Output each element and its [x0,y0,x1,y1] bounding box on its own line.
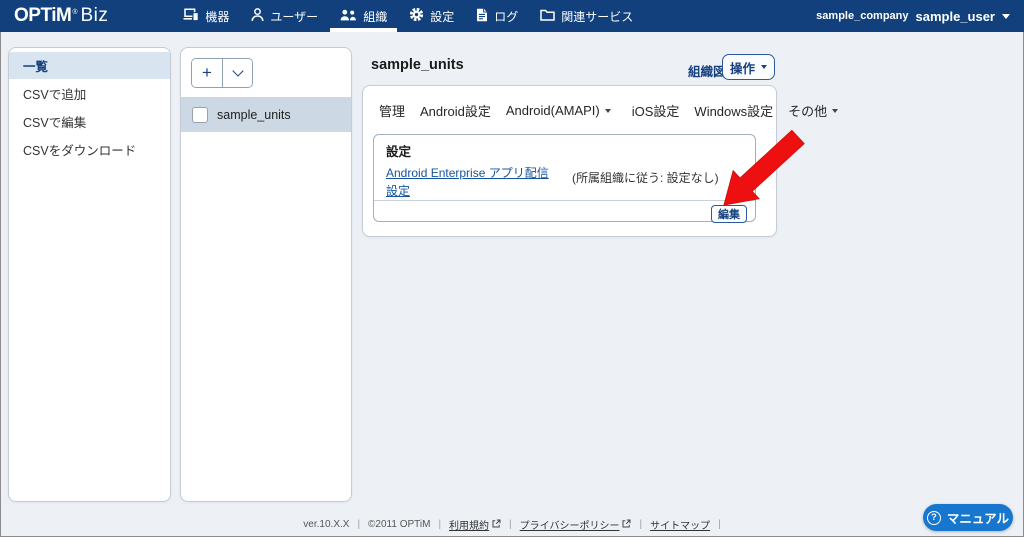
chevron-down-icon [231,65,244,77]
tab-management[interactable]: 管理 [379,101,405,120]
organization-list-panel: + sample_units [180,47,352,502]
top-navbar: OPTiM ® Biz 機器 ユーザー 組織 設定 ログ 関連サービス samp… [0,0,1024,32]
log-file-icon [476,8,488,25]
android-enterprise-app-distribution-link[interactable]: Android Enterprise アプリ配信設定 [386,164,556,200]
plus-icon: + [202,62,212,82]
footer: ver.10.X.X | ©2011 OPTiM | 利用規約 | プライバシー… [0,517,1024,532]
user-menu[interactable]: sample_company sample_user [816,9,1010,24]
sidebar-item-csv-download[interactable]: CSVをダウンロード [9,136,170,163]
nav-item-log[interactable]: ログ [466,0,528,32]
manual-button-label: マニュアル [946,512,1010,526]
footer-separator: | [718,519,721,530]
organization-icon [340,9,357,24]
version-text: ver.10.X.X [303,519,350,530]
add-organization-button[interactable]: + [192,59,222,87]
page-title: sample_units [371,57,464,73]
chevron-down-icon [1002,13,1010,19]
sidebar-item-label: 一覧 [23,60,49,74]
main-navigation: 機器 ユーザー 組織 設定 ログ 関連サービス [172,0,644,32]
devices-icon [183,8,200,24]
settings-status-text: (所属組織に従う: 設定なし) [572,171,719,185]
organization-detail-card: 管理 Android設定 Android(AMAPI) iOS設定 Window… [362,85,839,237]
user-icon [251,7,264,25]
tab-label: iOS設定 [631,104,680,119]
external-link-icon [622,519,631,531]
privacy-link-label: プライバシーポリシー [519,521,620,532]
nav-item-label: 関連サービス [561,9,634,24]
terms-link-label: 利用規約 [449,521,490,532]
chevron-down-icon [604,109,611,113]
tab-label: Windows設定 [694,104,774,119]
footer-separator: | [639,519,643,530]
tab-android-amapi[interactable]: Android(AMAPI) [506,103,611,118]
sidebar-item-label: CSVで追加 [23,88,87,102]
nav-item-settings[interactable]: 設定 [399,0,464,32]
settings-content-row: Android Enterprise アプリ配信設定 (所属組織に従う: 設定な… [374,160,755,200]
sidebar-item-list[interactable]: 一覧 [9,52,170,79]
folder-icon [540,9,555,24]
settings-tabs: 管理 Android設定 Android(AMAPI) iOS設定 Window… [363,86,839,120]
tab-label: 管理 [379,104,406,119]
actions-button-label: 操作 [729,61,755,76]
add-organization-dropdown-toggle[interactable] [222,59,252,87]
user-name: sample_user [915,8,996,24]
sidebar-item-csv-edit[interactable]: CSVで編集 [9,108,170,135]
org-chart-link[interactable]: 組織図 [688,61,726,80]
tab-others[interactable]: その他 [788,101,839,120]
nav-item-label: 設定 [430,9,455,24]
tab-ios-settings[interactable]: iOS設定 [632,101,680,120]
organization-row-label: sample_units [217,107,291,122]
tab-label: その他 [788,104,828,119]
sidebar-item-label: CSVで編集 [23,116,87,130]
sidebar-item-label: CSVをダウンロード [23,144,137,158]
logo-text: OPTiM [14,5,72,26]
screen: OPTiM ® Biz 機器 ユーザー 組織 設定 ログ 関連サービス samp… [0,0,1024,537]
company-name: sample_company [816,10,909,22]
question-mark-icon: ? [926,510,941,525]
nav-item-organization[interactable]: 組織 [330,0,398,32]
manual-button[interactable]: ? マニュアル [923,504,1013,531]
nav-item-label: 機器 [205,9,230,24]
settings-footer: 編集 [374,200,755,228]
external-link-icon [492,519,501,531]
nav-item-label: 組織 [363,9,388,24]
copyright-text: ©2011 OPTiM [368,519,431,530]
nav-item-users[interactable]: ユーザー [241,0,328,32]
sidebar-item-csv-add[interactable]: CSVで追加 [9,80,170,107]
nav-item-devices[interactable]: 機器 [173,0,239,32]
registered-mark: ® [72,9,78,16]
footer-separator: | [357,519,361,530]
sitemap-link-label: サイトマップ [650,521,711,532]
footer-separator: | [438,519,442,530]
edit-button[interactable]: 編集 [711,205,747,223]
privacy-policy-link[interactable]: プライバシーポリシー [520,517,632,532]
terms-of-service-link[interactable]: 利用規約 [449,517,501,532]
settings-heading: 設定 [386,145,412,159]
nav-item-related-services[interactable]: 関連サービス [530,0,643,32]
sitemap-link[interactable]: サイトマップ [650,517,710,532]
organization-row[interactable]: sample_units [181,97,351,132]
optim-biz-logo: OPTiM ® Biz [14,5,108,27]
actions-button[interactable]: 操作 [722,54,775,80]
chevron-down-icon [761,65,767,69]
nav-item-label: ログ [494,9,519,24]
tab-android-settings[interactable]: Android設定 [420,101,491,120]
tab-label: Android設定 [420,104,491,119]
gear-icon [409,7,424,25]
sidebar-menu: 一覧 CSVで追加 CSVで編集 CSVをダウンロード [8,47,171,502]
tab-label: Android(AMAPI) [505,103,600,118]
nav-item-label: ユーザー [270,9,319,24]
settings-section: 設定 Android Enterprise アプリ配信設定 (所属組織に従う: … [373,134,756,223]
logo-product-text: Biz [80,5,109,26]
footer-separator: | [509,519,512,530]
add-organization-button-group: + [191,58,253,88]
organization-checkbox[interactable] [192,106,208,123]
tab-windows-settings[interactable]: Windows設定 [694,101,773,120]
chevron-down-icon [832,109,839,113]
